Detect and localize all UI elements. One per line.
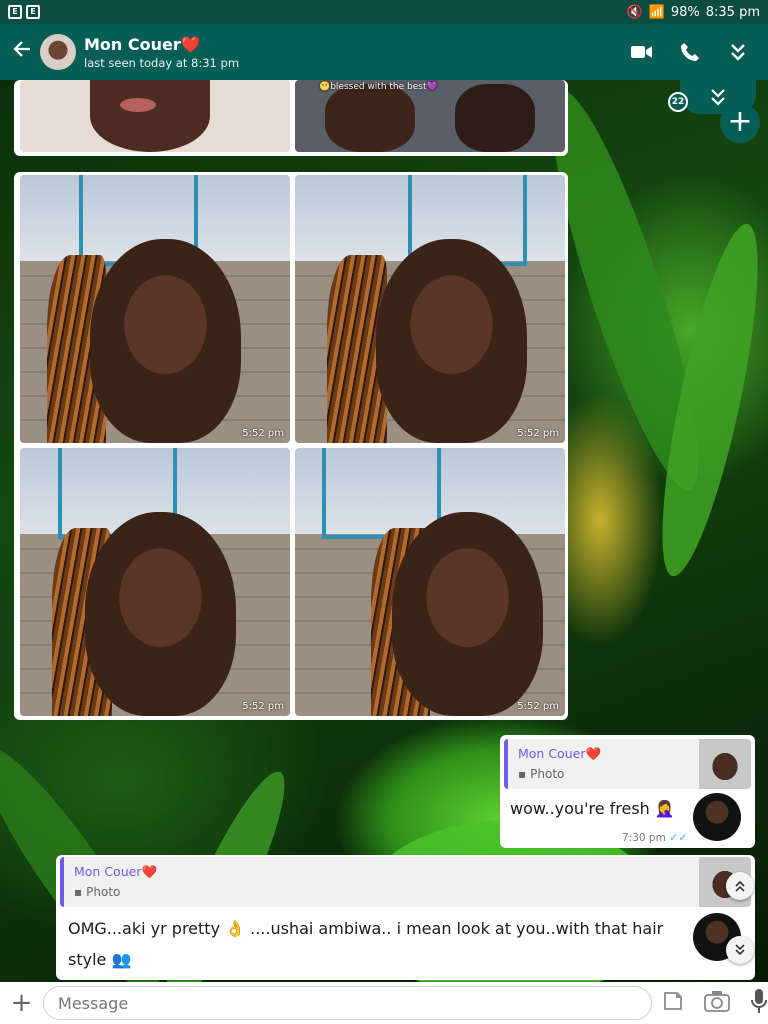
message-line: style 👥 [68,950,132,969]
outgoing-message[interactable]: Mon Couer❤️ ▪ Photo wow..you're fresh 🤦‍♀… [500,735,755,848]
contact-info[interactable]: Mon Couer❤️ last seen today at 8:31 pm [84,35,630,70]
quote-sender: Mon Couer❤️ [74,864,158,879]
microphone-icon [751,989,767,1013]
last-seen: last seen today at 8:31 pm [84,55,240,70]
video-call-button[interactable] [630,40,654,64]
double-chevron-up-icon [735,880,745,892]
photo-time: 5:52 pm [242,701,284,712]
sticker-icon [664,992,682,1010]
notification-app-icon: E [26,5,40,19]
scroll-up-button[interactable] [726,872,754,900]
photo-time: 5:52 pm [517,701,559,712]
photo-icon: ▪ [74,885,83,899]
back-button[interactable] [4,39,40,65]
message-line: OMG...aki yr pretty 👌 ....ushai ambiwa..… [68,919,664,938]
message-time-label: 7:30 pm [622,832,666,844]
message-time: 7:30 pm ✓✓ [622,831,688,844]
photo-time: 5:52 pm [242,428,284,439]
album-photo[interactable]: 5:52 pm [20,448,290,716]
mute-icon: 🔇 [626,4,643,20]
double-chevron-down-icon [735,944,745,956]
status-battery: 98% [670,4,700,20]
notification-app-icon: E [8,5,22,19]
photo-icon: ▪ [518,767,527,781]
contact-avatar[interactable] [40,34,76,70]
camera-icon [704,991,730,1012]
chat-header: Mon Couer❤️ last seen today at 8:31 pm [0,24,768,80]
album-photo[interactable]: 5:52 pm [20,175,290,443]
sticker-avatar [693,793,741,841]
message-composer: + [0,982,768,1024]
menu-button[interactable] [726,40,750,64]
arrow-left-icon [13,41,30,57]
phone-icon [681,43,699,61]
album-photo[interactable]: 5:52 pm [295,448,565,716]
wifi-icon: 📶 [648,4,665,20]
status-time: 8:35 pm [705,4,760,20]
quote-type: ▪ Photo [74,885,120,899]
quote-type: ▪ Photo [518,767,564,781]
read-ticks-icon: ✓✓ [669,831,688,844]
sticker-button[interactable] [662,990,684,1016]
camera-button[interactable] [704,990,730,1016]
attach-button[interactable]: + [0,988,43,1018]
contact-name: Mon Couer❤️ [84,34,201,54]
message-text: OMG...aki yr pretty 👌 ....ushai ambiwa..… [68,913,678,975]
quote-type-label: Photo [86,885,121,899]
album-photo[interactable]: 5:52 pm [295,175,565,443]
double-chevron-down-icon [711,89,725,106]
video-camera-icon [631,46,652,58]
quote-type-label: Photo [530,767,565,781]
message-input[interactable] [43,986,652,1020]
reply-quote[interactable]: Mon Couer❤️ ▪ Photo [504,739,751,789]
reply-quote[interactable]: Mon Couer❤️ ▪ Photo [60,857,751,907]
mic-button[interactable] [750,988,768,1018]
photo-caption: 😬blessed with the best💜 [319,82,438,92]
photo-album-bubble[interactable]: 5:52 pm 5:52 pm 5:52 pm 5:52 pm [14,172,568,720]
scroll-down-button[interactable] [726,936,754,964]
unread-count-badge: 22 [668,92,688,112]
status-bar: E E 🔇 📶 98% 8:35 pm [0,0,768,24]
album-photo[interactable] [20,80,290,152]
message-text: wow..you're fresh 🤦‍♀️ [510,799,675,818]
photo-time: 5:52 pm [517,428,559,439]
double-chevron-down-icon [731,44,745,61]
voice-call-button[interactable] [678,40,702,64]
album-photo[interactable]: 😬blessed with the best💜 [295,80,565,152]
plus-icon: + [10,988,33,1018]
quote-sender: Mon Couer❤️ [518,746,602,761]
quote-thumbnail [699,739,751,789]
plus-icon: + [727,104,753,139]
add-button[interactable]: + [720,103,760,143]
incoming-message[interactable]: Mon Couer❤️ ▪ Photo OMG...aki yr pretty 👌… [56,855,755,980]
album-bubble-previous[interactable]: 😬blessed with the best💜 [14,80,568,156]
